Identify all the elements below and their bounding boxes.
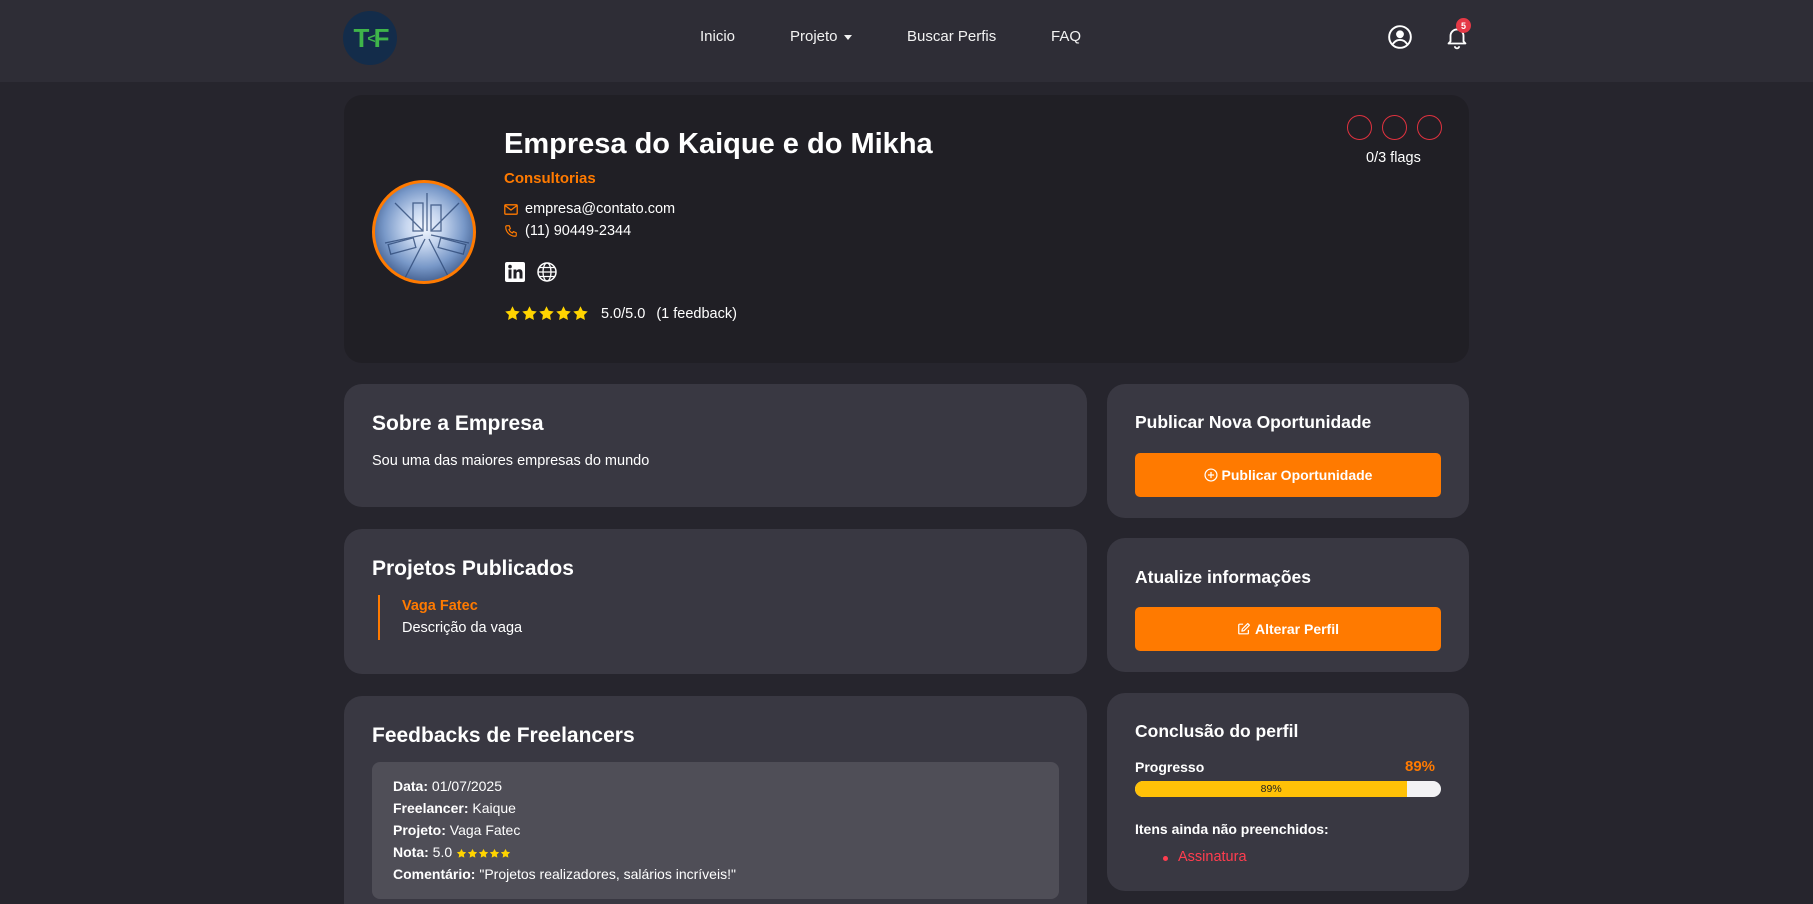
- phone-icon: [505, 225, 517, 237]
- update-title: Atualize informações: [1135, 567, 1312, 587]
- update-card: [1107, 538, 1469, 672]
- star-icon: [489, 848, 500, 858]
- star-icon: [478, 848, 489, 858]
- missing-item-bullet: [1163, 856, 1168, 861]
- feedback-date: Data: 01/07/2025: [393, 778, 502, 794]
- nav-link-buscar-perfis[interactable]: Buscar Perfis: [907, 28, 996, 45]
- feedback-comment-label: Comentário:: [393, 866, 476, 882]
- star-icon: [539, 306, 554, 320]
- publish-opportunity-button[interactable]: Publicar Oportunidade: [1135, 453, 1441, 497]
- envelope-icon: [504, 203, 518, 215]
- star-icon: [467, 848, 478, 858]
- email-row: empresa@contato.com: [504, 201, 675, 217]
- star-icon: [456, 848, 467, 858]
- about-title: Sobre a Empresa: [372, 412, 544, 435]
- feedbacks-title: Feedbacks de Freelancers: [372, 724, 635, 747]
- project-description: Descrição da vaga: [402, 620, 523, 636]
- feedback-comment-value: "Projetos realizadores, salários incríve…: [479, 866, 736, 882]
- flag-circle[interactable]: [1382, 115, 1407, 140]
- star-icon: [505, 306, 520, 320]
- publish-title: Publicar Nova Oportunidade: [1135, 412, 1372, 432]
- flags-label: 0/3 flags: [1366, 150, 1421, 166]
- notification-badge: 5: [1456, 18, 1471, 33]
- company-category: Consultorias: [504, 170, 596, 187]
- plus-circle-icon: [1203, 468, 1218, 482]
- nav-link-inicio[interactable]: Inicio: [700, 28, 735, 45]
- globe-icon[interactable]: [536, 261, 558, 283]
- user-circle-icon[interactable]: [1387, 24, 1413, 50]
- about-text: Sou uma das maiores empresas do mundo: [372, 453, 650, 469]
- progress-label: Progresso: [1135, 759, 1205, 775]
- feedback-grade-label: Nota:: [393, 844, 429, 860]
- feedback-freelancer-value: Kaique: [472, 800, 516, 816]
- star-icon: [500, 848, 511, 858]
- progress-bar-fill: 89%: [1135, 781, 1408, 797]
- company-email[interactable]: empresa@contato.com: [525, 201, 675, 217]
- publish-button-label: Publicar Oportunidade: [1221, 467, 1373, 483]
- company-name: Empresa do Kaique e do Mikha: [504, 128, 933, 160]
- linkedin-icon[interactable]: [504, 261, 526, 283]
- projects-title: Projetos Publicados: [372, 557, 574, 580]
- logo-separator: <: [367, 30, 375, 46]
- nav-link-projeto[interactable]: Projeto: [790, 28, 852, 45]
- star-icon: [522, 306, 537, 320]
- navbar: T < F Inicio Projeto Buscar Perfis FAQ 5: [0, 0, 1813, 82]
- completion-title: Conclusão do perfil: [1135, 721, 1299, 741]
- progress-bar: 89%: [1135, 781, 1441, 797]
- feedback-project: Projeto: Vaga Fatec: [393, 822, 520, 838]
- nav-link-projeto-label: Projeto: [790, 28, 838, 45]
- flag-circle[interactable]: [1347, 115, 1372, 140]
- rating-row: 5.0/5.0 (1 feedback): [504, 305, 737, 322]
- rating-value: 5.0/5.0: [601, 305, 646, 322]
- feedback-comment: Comentário: "Projetos realizadores, salá…: [393, 866, 736, 882]
- feedback-freelancer: Freelancer: Kaique: [393, 800, 516, 816]
- star-icon: [573, 306, 588, 320]
- missing-item: Assinatura: [1178, 849, 1247, 865]
- progress-percent: 89%: [1405, 758, 1436, 775]
- edit-profile-button-label: Alterar Perfil: [1254, 621, 1340, 637]
- logo-letter-t: T: [353, 22, 370, 53]
- nav-link-faq[interactable]: FAQ: [1051, 28, 1081, 45]
- company-phone: (11) 90449-2344: [525, 223, 632, 239]
- pencil-square-icon: [1238, 622, 1251, 635]
- phone-row: (11) 90449-2344: [504, 223, 631, 239]
- flags-indicator: [1347, 115, 1442, 140]
- edit-profile-button[interactable]: Alterar Perfil: [1135, 607, 1441, 651]
- rating-stars: [504, 305, 589, 322]
- star-icon: [556, 306, 571, 320]
- project-item-border: [378, 595, 380, 640]
- about-card: [344, 384, 1087, 507]
- feedback-grade-value: 5.0: [432, 844, 453, 860]
- feedback-count[interactable]: (1 feedback): [656, 306, 737, 322]
- logo-letter-f: F: [373, 22, 390, 53]
- flag-circle[interactable]: [1417, 115, 1442, 140]
- feedback-project-value: Vaga Fatec: [449, 822, 521, 838]
- missing-items-label: Itens ainda não preenchidos:: [1135, 821, 1329, 837]
- feedback-date-value: 01/07/2025: [431, 778, 502, 794]
- caret-down-icon: [843, 34, 852, 40]
- feedback-grade: Nota: 5.0: [393, 844, 511, 860]
- publish-card: [1107, 384, 1469, 518]
- project-title[interactable]: Vaga Fatec: [402, 598, 478, 614]
- company-avatar: [372, 180, 476, 284]
- feedback-freelancer-label: Freelancer:: [393, 800, 469, 816]
- logo[interactable]: T < F: [343, 11, 397, 65]
- feedback-project-label: Projeto:: [393, 822, 446, 838]
- feedback-date-label: Data:: [393, 778, 429, 794]
- feedback-grade-stars: [456, 848, 511, 859]
